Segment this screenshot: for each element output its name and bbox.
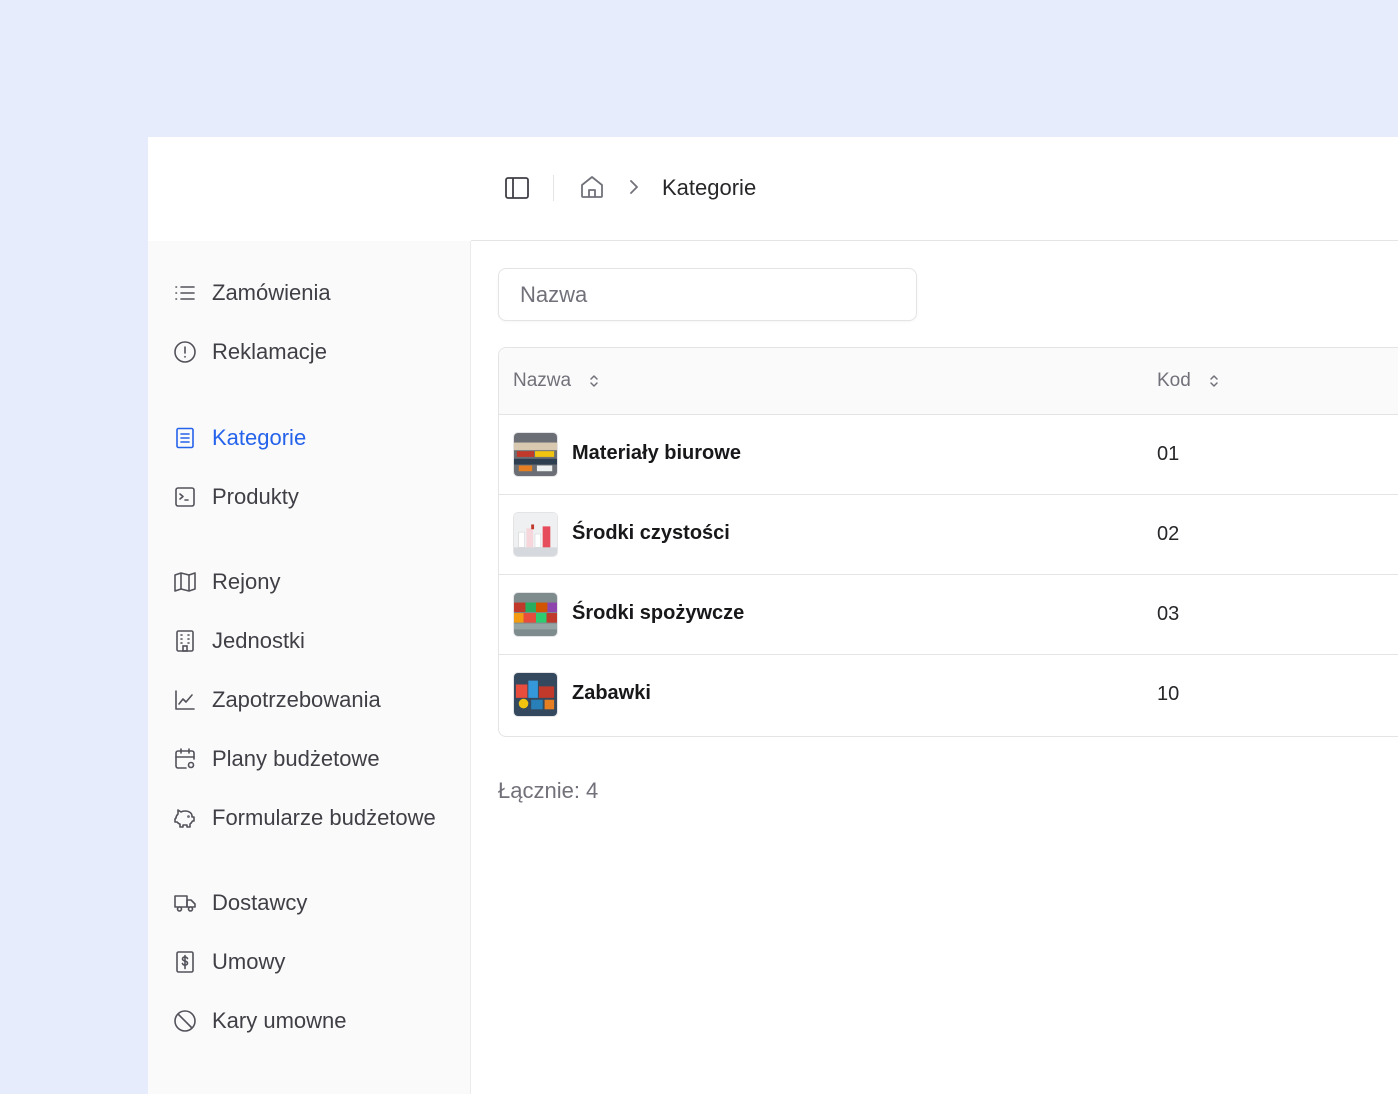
table-row[interactable]: Materiały biurowe 01 bbox=[499, 415, 1398, 495]
sidebar-toggle-icon[interactable] bbox=[504, 175, 530, 201]
sort-icon bbox=[1206, 373, 1222, 389]
category-code: 10 bbox=[1157, 683, 1180, 705]
sidebar-item-label: Plany budżetowe bbox=[212, 745, 380, 771]
sidebar-item-produkty[interactable]: Produkty bbox=[148, 467, 471, 526]
category-name: Zabawki bbox=[572, 682, 651, 704]
category-code: 01 bbox=[1157, 443, 1180, 465]
table-row[interactable]: Środki czystości 02 bbox=[499, 495, 1398, 575]
column-label: Kod bbox=[1157, 370, 1191, 391]
topbar: Kategorie bbox=[471, 137, 1398, 241]
app-window: Zamówienia Reklamacje Kategorie Produkty… bbox=[148, 137, 1398, 1094]
column-header-code[interactable]: Kod bbox=[1157, 370, 1222, 392]
sidebar-item-kary-umowne[interactable]: Kary umowne bbox=[148, 991, 471, 1050]
category-name: Materiały biurowe bbox=[572, 442, 741, 464]
sidebar-group-orders: Zamówienia Reklamacje bbox=[148, 263, 471, 381]
sidebar-item-plany-budzetowe[interactable]: Plany budżetowe bbox=[148, 729, 471, 788]
breadcrumb-current: Kategorie bbox=[662, 175, 757, 200]
sidebar-item-label: Umowy bbox=[212, 948, 286, 974]
category-code: 02 bbox=[1157, 523, 1180, 545]
building-icon bbox=[173, 629, 197, 653]
sidebar-item-kategorie[interactable]: Kategorie bbox=[148, 408, 471, 467]
sidebar-item-label: Jednostki bbox=[212, 627, 305, 653]
dollar-document-icon bbox=[173, 950, 197, 974]
chevron-right-icon bbox=[625, 178, 643, 196]
column-header-name[interactable]: Nazwa bbox=[513, 370, 602, 392]
sidebar-item-dostawcy[interactable]: Dostawcy bbox=[148, 873, 471, 932]
table-header: Nazwa Kod bbox=[499, 348, 1398, 415]
sidebar-group-planning: Rejony Jednostki Zapotrzebowania Plany b… bbox=[148, 552, 471, 847]
category-code: 03 bbox=[1157, 603, 1180, 625]
sidebar-item-label: Kary umowne bbox=[212, 1007, 347, 1033]
category-name: Środki czystości bbox=[572, 522, 730, 544]
sidebar-item-label: Zamówienia bbox=[212, 279, 331, 305]
sidebar-item-rejony[interactable]: Rejony bbox=[148, 552, 471, 611]
sidebar-item-label: Formularze budżetowe bbox=[212, 804, 436, 830]
ban-icon bbox=[173, 1009, 197, 1033]
sidebar-item-label: Zapotrzebowania bbox=[212, 686, 381, 712]
sidebar-item-zamowienia[interactable]: Zamówienia bbox=[148, 263, 471, 322]
topbar-divider bbox=[553, 175, 554, 201]
sidebar-item-label: Kategorie bbox=[212, 424, 307, 450]
sidebar: Zamówienia Reklamacje Kategorie Produkty… bbox=[148, 241, 471, 1094]
sidebar-item-zapotrzebowania[interactable]: Zapotrzebowania bbox=[148, 670, 471, 729]
sidebar-item-umowy[interactable]: Umowy bbox=[148, 932, 471, 991]
search-input[interactable] bbox=[498, 268, 917, 321]
category-thumbnail bbox=[513, 432, 558, 477]
sidebar-item-label: Reklamacje bbox=[212, 338, 327, 364]
sidebar-item-reklamacje[interactable]: Reklamacje bbox=[148, 322, 471, 381]
category-thumbnail bbox=[513, 512, 558, 557]
category-name: Środki spożywcze bbox=[572, 602, 745, 624]
categories-table: Nazwa Kod Materiały biurowe 01 Środki cz… bbox=[498, 347, 1398, 737]
table-row[interactable]: Zabawki 10 bbox=[499, 655, 1398, 735]
document-icon bbox=[173, 426, 197, 450]
truck-icon bbox=[173, 891, 197, 915]
column-label: Nazwa bbox=[513, 370, 572, 391]
table-row[interactable]: Środki spożywcze 03 bbox=[499, 575, 1398, 655]
main-content: Nazwa Kod Materiały biurowe 01 bbox=[471, 242, 1398, 1094]
line-chart-icon bbox=[173, 688, 197, 712]
home-icon[interactable] bbox=[579, 174, 605, 200]
category-thumbnail bbox=[513, 592, 558, 637]
map-icon bbox=[173, 570, 197, 594]
sidebar-item-formularze-budzetowe[interactable]: Formularze budżetowe bbox=[148, 788, 471, 847]
sort-icon bbox=[586, 373, 602, 389]
piggy-bank-icon bbox=[173, 806, 197, 830]
sidebar-item-label: Rejony bbox=[212, 568, 281, 594]
sidebar-group-catalog: Kategorie Produkty bbox=[148, 408, 471, 526]
terminal-box-icon bbox=[173, 485, 197, 509]
sidebar-group-suppliers: Dostawcy Umowy Kary umowne bbox=[148, 873, 471, 1050]
alert-circle-icon bbox=[173, 340, 197, 364]
sidebar-item-label: Dostawcy bbox=[212, 889, 308, 915]
category-thumbnail bbox=[513, 672, 558, 717]
calendar-cog-icon bbox=[173, 747, 197, 771]
total-count: Łącznie: 4 bbox=[498, 778, 599, 803]
sidebar-item-label: Produkty bbox=[212, 483, 299, 509]
sidebar-item-jednostki[interactable]: Jednostki bbox=[148, 611, 471, 670]
list-icon bbox=[173, 281, 197, 305]
